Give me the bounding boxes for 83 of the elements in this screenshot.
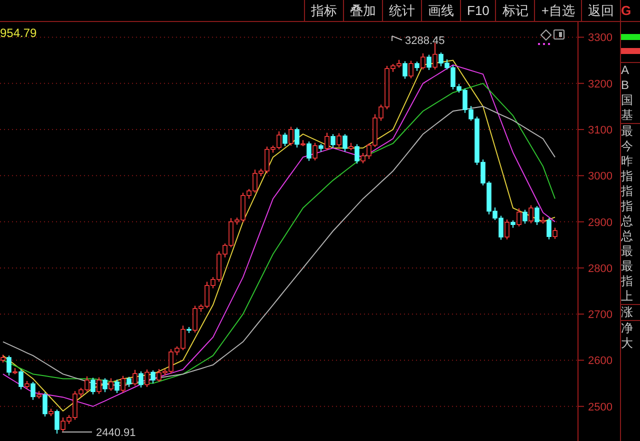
fall-bar: [621, 48, 640, 54]
toolbar-button[interactable]: 叠加: [343, 0, 382, 21]
panel-label: 指: [621, 274, 634, 289]
candlestick: [138, 370, 144, 388]
panel-label: 最: [621, 124, 634, 139]
candlestick: [30, 381, 36, 400]
panel-label: A: [621, 63, 630, 78]
candlestick: [102, 378, 108, 393]
panel-label: 总: [621, 229, 634, 244]
candlestick: [126, 376, 132, 388]
candlestick: [330, 134, 336, 148]
candlestick: [150, 370, 156, 384]
panel-label: 基: [621, 108, 634, 123]
high-price-label: 3288.45: [405, 35, 445, 47]
candlestick: [426, 54, 432, 70]
candlestick: [54, 409, 60, 434]
rise-bar: [621, 34, 640, 40]
axis-tick-label: 3100: [588, 124, 612, 137]
axis-tick-label: 2900: [588, 216, 612, 229]
candlestick: [306, 141, 312, 162]
axis-tick-label: 2500: [588, 401, 612, 414]
axis-tick-label: 3200: [588, 78, 612, 90]
candlestick: [354, 144, 360, 164]
toolbar-button[interactable]: +自选: [534, 0, 581, 21]
axis-tick-label: 2700: [588, 309, 612, 322]
panel-label: 总: [621, 214, 634, 229]
candlestick: [144, 368, 150, 388]
candlestick: [312, 142, 318, 161]
candlestick: [18, 368, 24, 390]
price-value: 954.79: [0, 25, 37, 42]
candlestick: [288, 126, 294, 146]
candlestick: [504, 219, 510, 240]
candlestick: [282, 132, 288, 147]
candlestick: [546, 218, 552, 240]
panel-label: 国: [621, 93, 634, 108]
candlestick: [420, 52, 426, 70]
toolbar-button[interactable]: 画线: [421, 0, 460, 21]
candlestick: [114, 379, 120, 394]
candlestick: [42, 392, 48, 418]
candlestick: [108, 378, 114, 392]
panel-label: 昨: [621, 154, 634, 169]
axis-tick-label: 2600: [588, 355, 612, 368]
panel-label: 最: [621, 244, 634, 259]
candlestick: [324, 132, 330, 151]
code-label: G: [621, 0, 640, 22]
panel-label: 涨: [621, 305, 634, 320]
panel-label: 净: [621, 321, 634, 336]
panel-label: 指: [621, 199, 634, 214]
candlestick: [408, 60, 414, 79]
candlestick: [552, 227, 558, 240]
candlestick: [294, 127, 300, 148]
panel-label: 指: [621, 184, 634, 199]
axis-tick-label: 2800: [588, 262, 612, 275]
high-marker-icon: [392, 36, 402, 42]
low-price-label: 2440.91: [96, 427, 136, 439]
candlestick: [528, 204, 534, 224]
panel-label: B: [621, 78, 630, 93]
axis-tick-label: 3300: [588, 32, 612, 44]
toolbar-button[interactable]: F10: [460, 0, 496, 21]
panel-label: 今: [621, 139, 634, 154]
candlestick: [120, 375, 126, 394]
panel-label: 最: [621, 259, 634, 274]
axis-tick-label: 3000: [588, 170, 612, 183]
candlestick: [6, 355, 12, 376]
toolbar-button[interactable]: 指标: [304, 0, 343, 21]
toolbar-button[interactable]: 标记: [495, 0, 534, 21]
candlestick: [96, 376, 102, 394]
candlestick: [342, 134, 348, 152]
candlestick: [516, 208, 522, 227]
toolbar-button[interactable]: 统计: [382, 0, 421, 21]
diamond-icon[interactable]: [540, 29, 552, 41]
candlestick: [90, 377, 96, 395]
candlestick: [336, 132, 342, 148]
panel-label: 大: [621, 336, 634, 351]
panel-label: 指: [621, 169, 634, 184]
candlestick: [414, 61, 420, 72]
candlestick: [402, 60, 408, 80]
candlestick: [522, 209, 528, 224]
candlestick: [132, 369, 138, 386]
window-icon[interactable]: [554, 30, 564, 40]
toolbar-button[interactable]: 返回: [581, 0, 620, 21]
panel-label: 上: [621, 289, 634, 304]
candlestick: [534, 206, 540, 226]
